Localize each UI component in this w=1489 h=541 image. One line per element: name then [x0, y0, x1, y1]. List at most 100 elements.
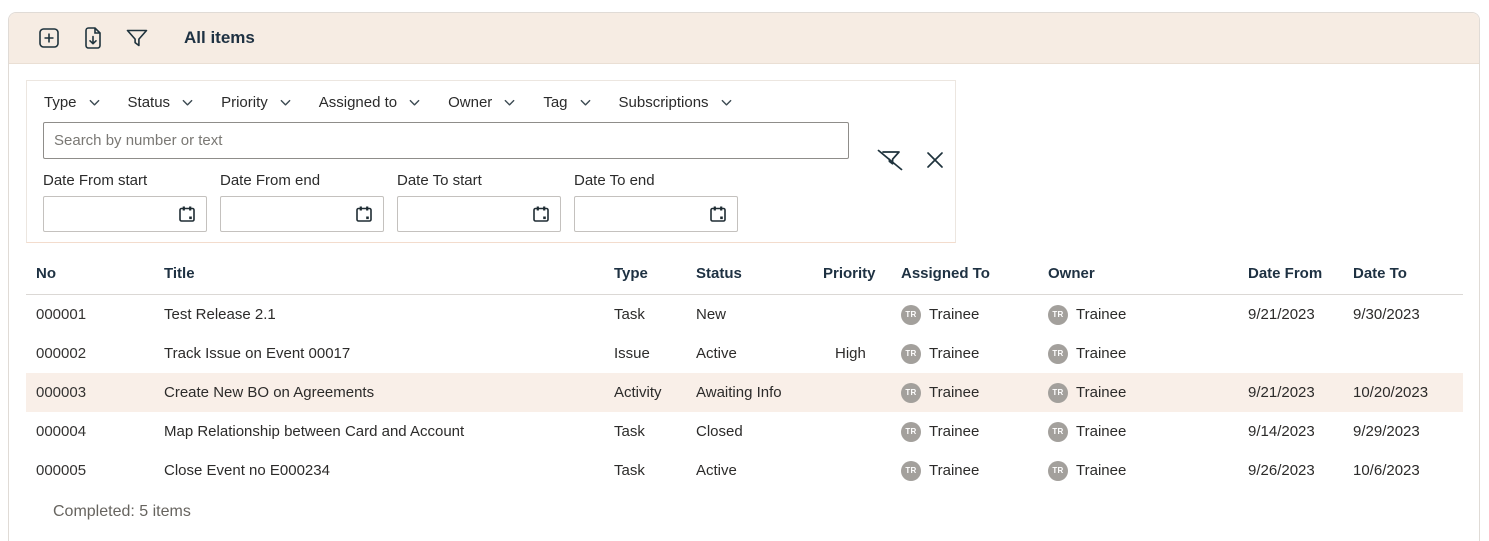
column-header-owner[interactable]: Owner [1048, 265, 1248, 282]
export-button[interactable] [81, 26, 105, 50]
cell-no: 000005 [36, 462, 87, 479]
chevron-down-icon [408, 96, 421, 109]
avatar: TR [1048, 304, 1068, 325]
filter-dropdown-status[interactable]: Status [128, 94, 195, 111]
table-body: 000001 Test Release 2.1 Task New TR Trai… [26, 295, 1463, 490]
cell-owner: TR Trainee [1048, 343, 1248, 364]
search-input[interactable] [43, 122, 849, 159]
persona-name: Trainee [929, 423, 980, 440]
calendar-icon[interactable] [177, 204, 197, 224]
persona-name: Trainee [929, 384, 980, 401]
column-header-date-to[interactable]: Date To [1353, 265, 1453, 282]
avatar: TR [1048, 421, 1068, 442]
table-row[interactable]: 000002 Track Issue on Event 00017 Issue … [26, 334, 1463, 373]
dropdown-label: Tag [543, 94, 568, 111]
filter-icon [124, 26, 150, 50]
chevron-down-icon [279, 96, 292, 109]
column-header-no[interactable]: No [36, 265, 164, 282]
cell-status: Closed [696, 423, 743, 440]
view-title: All items [184, 28, 255, 47]
filter-dropdown-row: Type Status Priority Assigned to Owner T… [27, 81, 955, 111]
cell-title: Create New BO on Agreements [164, 384, 375, 401]
status-bar: Completed: 5 items [53, 503, 191, 520]
cell-assigned-to: TR Trainee [901, 382, 1048, 403]
filter-dropdown-owner[interactable]: Owner [448, 94, 516, 111]
date-field-label: Date To end [574, 172, 655, 189]
table-row[interactable]: 000004 Map Relationship between Card and… [26, 412, 1463, 451]
table-row[interactable]: 000003 Create New BO on Agreements Activ… [26, 373, 1463, 412]
column-header-status[interactable]: Status [696, 265, 823, 282]
column-header-title[interactable]: Title [164, 265, 614, 282]
date-from-end-input[interactable] [220, 196, 384, 232]
filter-button[interactable] [125, 26, 149, 50]
date-to-end-field: Date To end [574, 172, 738, 232]
date-to-start-input[interactable] [397, 196, 561, 232]
cell-status: New [696, 306, 727, 323]
date-to-end-input[interactable] [574, 196, 738, 232]
calendar-icon[interactable] [531, 204, 551, 224]
persona-name: Trainee [1076, 345, 1127, 362]
chevron-down-icon [579, 96, 592, 109]
dropdown-label: Subscriptions [618, 94, 709, 111]
dropdown-label: Status [127, 94, 171, 111]
date-field-label: Date From start [43, 172, 148, 189]
date-from-start-field: Date From start [43, 172, 207, 232]
chevron-down-icon [720, 96, 733, 109]
close-icon[interactable] [923, 148, 947, 172]
cell-assigned-to: TR Trainee [901, 421, 1048, 442]
cell-date-from: 9/26/2023 [1248, 462, 1315, 479]
cell-type: Task [614, 462, 645, 479]
cell-no: 000003 [36, 384, 87, 401]
avatar: TR [901, 460, 921, 481]
column-header-type[interactable]: Type [614, 265, 696, 282]
date-field-label: Date From end [220, 172, 321, 189]
filter-dropdown-subscriptions[interactable]: Subscriptions [619, 94, 733, 111]
plus-square-icon [37, 26, 61, 50]
avatar: TR [1048, 343, 1068, 364]
avatar: TR [1048, 382, 1068, 403]
add-item-button[interactable] [37, 26, 61, 50]
avatar: TR [901, 421, 921, 442]
filter-panel: Type Status Priority Assigned to Owner T… [26, 80, 956, 243]
clear-filter-icon[interactable] [870, 141, 910, 179]
date-from-start-input[interactable] [43, 196, 207, 232]
items-panel: All items Type Status Priority Assigned … [8, 12, 1480, 541]
cell-no: 000001 [36, 306, 87, 323]
dropdown-label: Owner [448, 94, 493, 111]
cell-type: Task [614, 423, 645, 440]
date-field-label: Date To start [397, 172, 482, 189]
cell-date-to: 9/30/2023 [1353, 306, 1420, 323]
avatar: TR [901, 343, 921, 364]
cell-no: 000004 [36, 423, 87, 440]
cell-status: Awaiting Info [696, 384, 782, 401]
persona-name: Trainee [1076, 423, 1127, 440]
table-row[interactable]: 000001 Test Release 2.1 Task New TR Trai… [26, 295, 1463, 334]
chevron-down-icon [88, 96, 101, 109]
date-filter-row: Date From start Date From end Date To st… [43, 172, 955, 232]
filter-dropdown-priority[interactable]: Priority [221, 94, 292, 111]
cell-status: Active [696, 462, 737, 479]
cell-priority: High [835, 345, 866, 362]
persona-name: Trainee [929, 462, 980, 479]
avatar: TR [901, 304, 921, 325]
column-header-priority[interactable]: Priority [823, 265, 901, 282]
filter-dropdown-assigned-to[interactable]: Assigned to [319, 94, 421, 111]
column-header-assigned-to[interactable]: Assigned To [901, 265, 1048, 282]
calendar-icon[interactable] [354, 204, 374, 224]
filter-dropdown-type[interactable]: Type [44, 94, 101, 111]
cell-owner: TR Trainee [1048, 382, 1248, 403]
table-row[interactable]: 000005 Close Event no E000234 Task Activ… [26, 451, 1463, 490]
cell-date-to: 10/20/2023 [1353, 384, 1429, 401]
calendar-icon[interactable] [708, 204, 728, 224]
items-table: No Title Type Status Priority Assigned T… [26, 253, 1463, 521]
table-header-row: No Title Type Status Priority Assigned T… [26, 253, 1463, 295]
avatar: TR [1048, 460, 1068, 481]
persona-name: Trainee [929, 306, 980, 323]
cell-title: Map Relationship between Card and Accoun… [164, 423, 465, 440]
filter-dropdown-tag[interactable]: Tag [543, 94, 591, 111]
cell-title: Close Event no E000234 [164, 462, 330, 479]
column-header-date-from[interactable]: Date From [1248, 265, 1353, 282]
cell-owner: TR Trainee [1048, 304, 1248, 325]
document-arrow-down-icon [82, 26, 104, 50]
dropdown-label: Priority [221, 94, 268, 111]
